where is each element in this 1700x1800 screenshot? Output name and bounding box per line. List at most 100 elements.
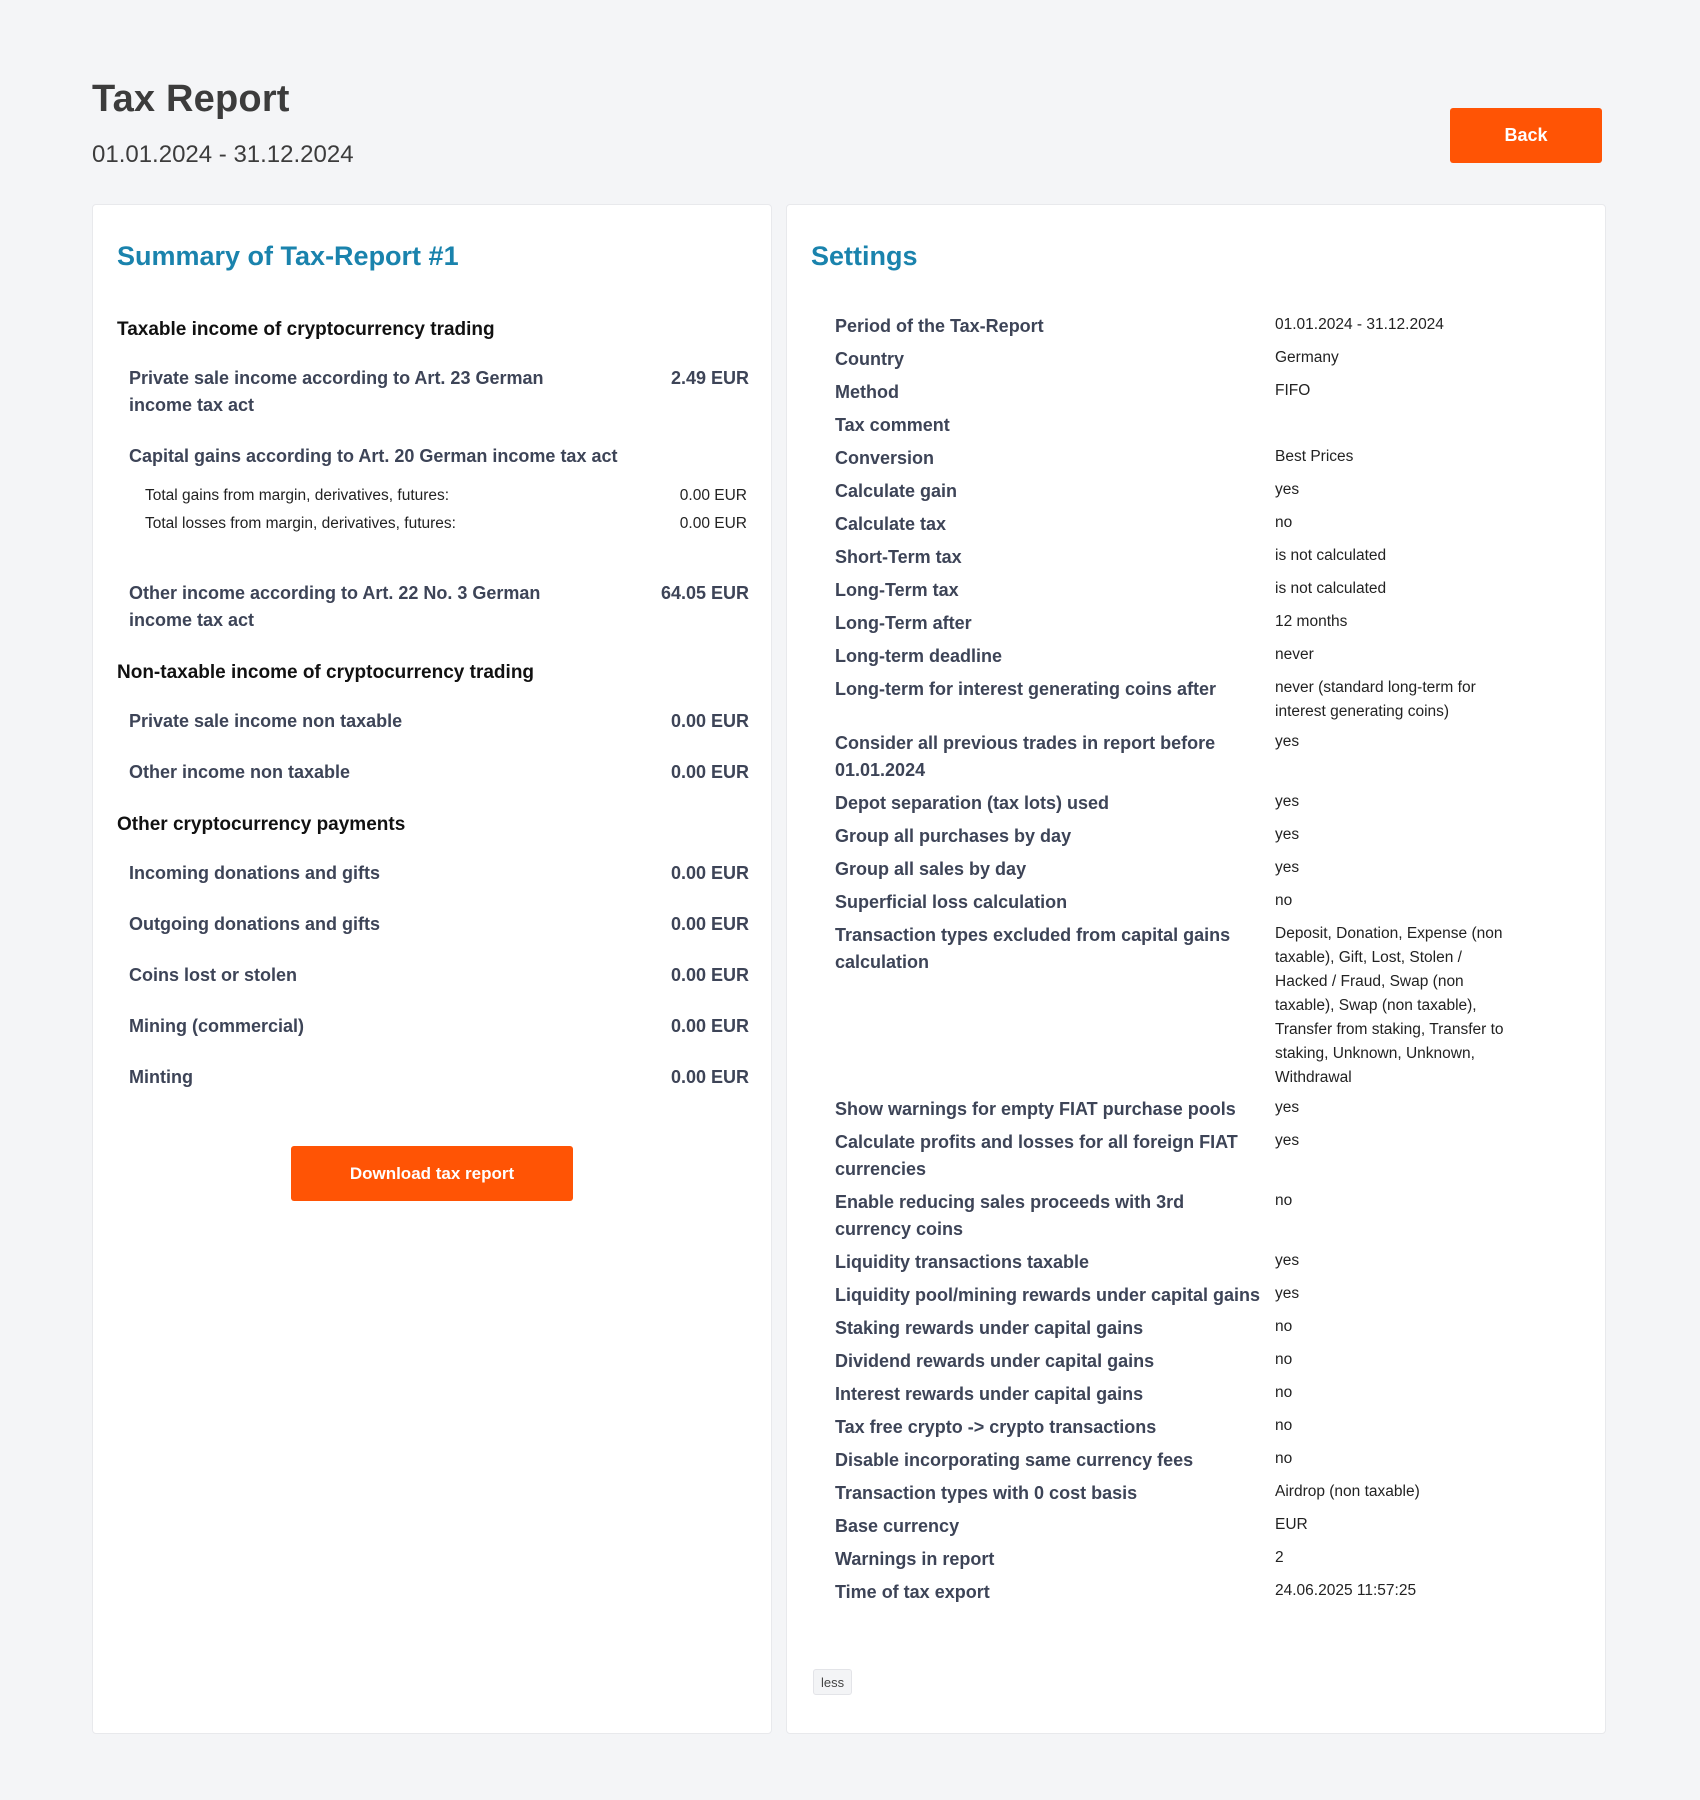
settings-value: yes	[1275, 1285, 1300, 1302]
settings-key: Transaction types excluded from capital …	[835, 925, 1231, 972]
settings-key: Calculate tax	[835, 514, 947, 534]
settings-row: Group all purchases by day yes	[835, 823, 1535, 850]
settings-key: Staking rewards under capital gains	[835, 1318, 1144, 1338]
settings-row: Tax free crypto -> crypto transactions no	[835, 1414, 1535, 1441]
summary-row-value: 0.00 EUR	[670, 863, 749, 883]
download-tax-report-button[interactable]: Download tax report	[291, 1146, 573, 1201]
settings-value: Best Prices	[1275, 448, 1354, 465]
settings-row: Liquidity pool/mining rewards under capi…	[835, 1282, 1535, 1309]
settings-row: Calculate gain yes	[835, 478, 1535, 505]
settings-row: Tax comment	[835, 412, 1535, 439]
total-gains-value: 0.00 EUR	[679, 487, 747, 504]
summary-row-private-sale-nontaxable: Private sale income non taxable 0.00 EUR	[117, 708, 749, 735]
settings-value: 01.01.2024 - 31.12.2024	[1275, 316, 1444, 333]
settings-value: Germany	[1275, 349, 1339, 366]
settings-value: FIFO	[1275, 382, 1311, 399]
settings-value	[1275, 412, 1515, 439]
settings-row: Long-term for interest generating coins …	[835, 676, 1535, 724]
summary-row-mining: Mining (commercial) 0.00 EUR	[117, 1013, 749, 1040]
summary-row-label: Other income non taxable	[129, 762, 351, 782]
settings-row: Transaction types excluded from capital …	[835, 922, 1535, 1090]
settings-row: Staking rewards under capital gains no	[835, 1315, 1535, 1342]
report-period: 01.01.2024 - 31.12.2024	[92, 141, 354, 168]
summary-row-label: Minting	[129, 1067, 193, 1087]
settings-value: Airdrop (non taxable)	[1275, 1483, 1420, 1500]
summary-row-value: 2.49 EUR	[670, 368, 749, 388]
settings-value: yes	[1275, 1132, 1300, 1149]
settings-key: Liquidity transactions taxable	[835, 1252, 1090, 1272]
summary-row-label: Capital gains according to Art. 20 Germa…	[129, 446, 618, 466]
settings-row: Transaction types with 0 cost basis Airdr…	[835, 1480, 1535, 1507]
total-gains-row: Total gains from margin, derivatives, fu…	[145, 482, 749, 510]
settings-row: Short-Term tax is not calculated	[835, 544, 1535, 571]
settings-row: Dividend rewards under capital gains no	[835, 1348, 1535, 1375]
settings-value: no	[1275, 1450, 1293, 1467]
settings-row: Country Germany	[835, 346, 1535, 373]
summary-row-label: Outgoing donations and gifts	[129, 914, 380, 934]
summary-row-minting: Minting 0.00 EUR	[117, 1064, 749, 1091]
settings-value: no	[1275, 1192, 1293, 1209]
settings-key: Group all purchases by day	[835, 826, 1072, 846]
settings-value: EUR	[1275, 1516, 1308, 1533]
settings-row: Show warnings for empty FIAT purchase po…	[835, 1096, 1535, 1123]
settings-value: never	[1275, 646, 1314, 663]
settings-value: Deposit, Donation, Expense (non taxable)…	[1275, 925, 1504, 1086]
taxable-income-heading: Taxable income of cryptocurrency trading	[117, 319, 495, 340]
summary-row-capital-gains: Capital gains according to Art. 20 Germa…	[117, 443, 749, 470]
settings-value: is not calculated	[1275, 547, 1387, 564]
nontaxable-income-heading: Non-taxable income of cryptocurrency tra…	[117, 662, 535, 683]
summary-row-value: 0.00 EUR	[670, 762, 749, 782]
settings-value: 12 months	[1275, 613, 1348, 630]
settings-row: Long-term deadline never	[835, 643, 1535, 670]
total-losses-value: 0.00 EUR	[679, 515, 747, 532]
summary-row-value: 64.05 EUR	[660, 583, 749, 603]
settings-key: Transaction types with 0 cost basis	[835, 1483, 1138, 1503]
settings-row: Calculate tax no	[835, 511, 1535, 538]
settings-row: Disable incorporating same currency fees…	[835, 1447, 1535, 1474]
settings-key: Dividend rewards under capital gains	[835, 1351, 1155, 1371]
summary-row-value: 0.00 EUR	[670, 914, 749, 934]
settings-row: Time of tax export 24.06.2025 11:57:25	[835, 1579, 1535, 1606]
settings-key: Show warnings for empty FIAT purchase po…	[835, 1099, 1236, 1119]
summary-row-value: 0.00 EUR	[670, 1067, 749, 1087]
settings-key: Short-Term tax	[835, 547, 962, 567]
back-button[interactable]: Back	[1450, 108, 1602, 163]
settings-row: Enable reducing sales proceeds with 3rd …	[835, 1189, 1535, 1243]
settings-value: no	[1275, 1384, 1293, 1401]
settings-key: Period of the Tax-Report	[835, 316, 1044, 336]
settings-title: Settings	[811, 241, 918, 271]
total-losses-row: Total losses from margin, derivatives, f…	[145, 510, 749, 538]
summary-content: Taxable income of cryptocurrency trading…	[117, 315, 749, 1115]
settings-row: Base currency EUR	[835, 1513, 1535, 1540]
less-toggle-button[interactable]: less	[813, 1669, 853, 1695]
summary-row-coins-lost: Coins lost or stolen 0.00 EUR	[117, 962, 749, 989]
summary-row-value: 0.00 EUR	[670, 1016, 749, 1036]
summary-row-outgoing-donations: Outgoing donations and gifts 0.00 EUR	[117, 911, 749, 938]
settings-key: Long-Term tax	[835, 580, 959, 600]
total-losses-label: Total losses from margin, derivatives, f…	[145, 515, 456, 532]
settings-key: Superficial loss calculation	[835, 892, 1068, 912]
settings-value: yes	[1275, 481, 1300, 498]
settings-value: no	[1275, 1318, 1293, 1335]
summary-row-label: Private sale income non taxable	[129, 711, 403, 731]
summary-row-label: Incoming donations and gifts	[129, 863, 380, 883]
settings-list: Period of the Tax-Report 01.01.2024 - 31.…	[835, 313, 1535, 1612]
settings-key: Liquidity pool/mining rewards under capi…	[835, 1285, 1261, 1305]
settings-key: Base currency	[835, 1516, 960, 1536]
settings-key: Long-term deadline	[835, 646, 1003, 666]
settings-key: Depot separation (tax lots) used	[835, 793, 1110, 813]
settings-row: Period of the Tax-Report 01.01.2024 - 31.…	[835, 313, 1535, 340]
settings-value: no	[1275, 892, 1293, 909]
settings-key: Tax comment	[835, 415, 950, 435]
settings-key: Conversion	[835, 448, 935, 468]
total-gains-label: Total gains from margin, derivatives, fu…	[145, 487, 450, 504]
settings-row: Consider all previous trades in report b…	[835, 730, 1535, 784]
summary-row-incoming-donations: Incoming donations and gifts 0.00 EUR	[117, 860, 749, 887]
header: Tax Report 01.01.2024 - 31.12.2024	[92, 78, 354, 169]
page-title: Tax Report	[92, 78, 290, 120]
settings-value: no	[1275, 1417, 1293, 1434]
settings-key: Calculate gain	[835, 481, 958, 501]
summary-row-value: 0.00 EUR	[670, 711, 749, 731]
settings-key: Calculate profits and losses for all for…	[835, 1132, 1238, 1179]
settings-key: Long-Term after	[835, 613, 972, 633]
